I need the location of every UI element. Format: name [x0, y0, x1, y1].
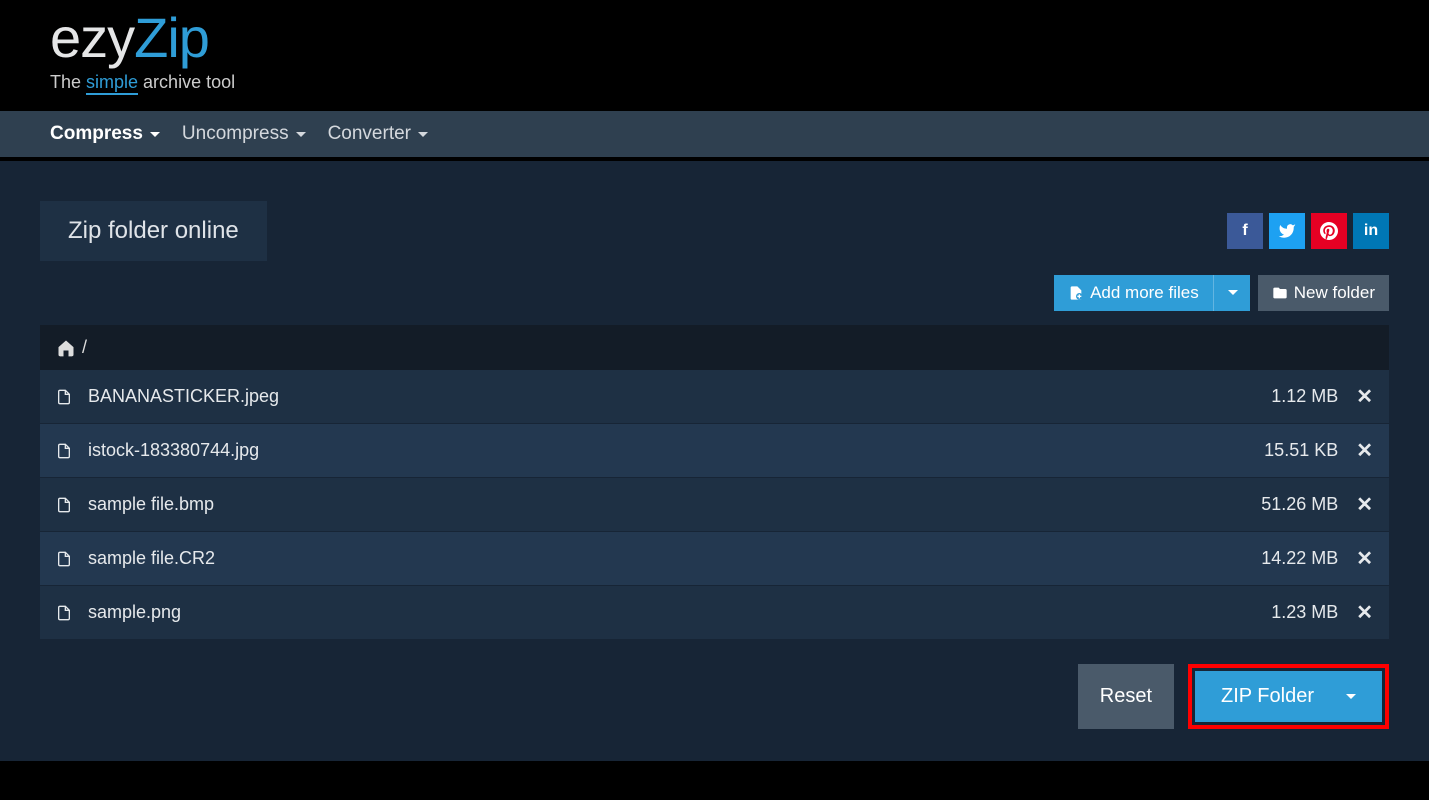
linkedin-button[interactable]: in	[1353, 213, 1389, 249]
file-row[interactable]: BANANASTICKER.jpeg 1.12 MB ✕	[40, 370, 1389, 424]
file-name: sample file.CR2	[88, 548, 1261, 569]
reset-button[interactable]: Reset	[1078, 664, 1174, 729]
breadcrumb: /	[40, 325, 1389, 370]
file-row[interactable]: sample.png 1.23 MB ✕	[40, 586, 1389, 640]
file-icon	[56, 441, 78, 461]
file-icon	[56, 603, 78, 623]
logo-part1: ezy	[50, 6, 134, 69]
pinterest-button[interactable]	[1311, 213, 1347, 249]
file-plus-icon	[1068, 285, 1084, 301]
twitter-icon	[1278, 222, 1296, 240]
file-row[interactable]: sample file.CR2 14.22 MB ✕	[40, 532, 1389, 586]
logo[interactable]: ezyZip	[50, 10, 235, 66]
file-size: 14.22 MB	[1261, 548, 1338, 569]
tagline-pre: The	[50, 72, 86, 92]
remove-file-button[interactable]: ✕	[1356, 600, 1373, 625]
folder-icon	[1272, 285, 1288, 301]
pinterest-icon	[1320, 222, 1338, 240]
footer-row: Reset ZIP Folder	[40, 640, 1389, 749]
breadcrumb-sep: /	[82, 337, 87, 358]
file-name: sample.png	[88, 602, 1271, 623]
add-more-files-label: Add more files	[1090, 283, 1199, 303]
navbar: Compress Uncompress Converter	[0, 111, 1429, 161]
nav-converter[interactable]: Converter	[328, 123, 428, 145]
nav-converter-label: Converter	[328, 123, 411, 145]
file-name: BANANASTICKER.jpeg	[88, 386, 1271, 407]
nav-uncompress[interactable]: Uncompress	[182, 123, 306, 145]
tab-row: Zip folder online f in	[40, 201, 1389, 261]
nav-uncompress-label: Uncompress	[182, 123, 289, 145]
twitter-button[interactable]	[1269, 213, 1305, 249]
remove-file-button[interactable]: ✕	[1356, 384, 1373, 409]
logo-part2: Zip	[134, 6, 209, 69]
home-icon[interactable]	[56, 338, 76, 358]
action-row: Add more files New folder	[40, 261, 1389, 325]
file-name: istock-183380744.jpg	[88, 440, 1264, 461]
facebook-button[interactable]: f	[1227, 213, 1263, 249]
page-tab[interactable]: Zip folder online	[40, 201, 267, 261]
zip-folder-label: ZIP Folder	[1221, 685, 1314, 708]
remove-file-button[interactable]: ✕	[1356, 492, 1373, 517]
file-size: 1.23 MB	[1271, 602, 1338, 623]
nav-compress-label: Compress	[50, 123, 143, 145]
file-size: 51.26 MB	[1261, 494, 1338, 515]
file-size: 1.12 MB	[1271, 386, 1338, 407]
add-more-files-dropdown[interactable]	[1213, 275, 1250, 311]
tagline: The simple archive tool	[50, 72, 235, 93]
tagline-post: archive tool	[138, 72, 235, 92]
file-row[interactable]: sample file.bmp 51.26 MB ✕	[40, 478, 1389, 532]
reset-label: Reset	[1100, 685, 1152, 707]
page-tab-label: Zip folder online	[68, 217, 239, 244]
new-folder-button[interactable]: New folder	[1258, 275, 1389, 311]
remove-file-button[interactable]: ✕	[1356, 546, 1373, 571]
file-icon	[56, 387, 78, 407]
tagline-highlight: simple	[86, 72, 138, 95]
social-buttons: f in	[1227, 213, 1389, 249]
file-row[interactable]: istock-183380744.jpg 15.51 KB ✕	[40, 424, 1389, 478]
file-size: 15.51 KB	[1264, 440, 1338, 461]
remove-file-button[interactable]: ✕	[1356, 438, 1373, 463]
add-more-files-button[interactable]: Add more files	[1054, 275, 1250, 311]
new-folder-label: New folder	[1294, 283, 1375, 303]
logo-block: ezyZip The simple archive tool	[50, 10, 235, 93]
chevron-down-icon	[1344, 685, 1356, 708]
content: Zip folder online f in Add more files Ne…	[0, 161, 1429, 761]
file-icon	[56, 549, 78, 569]
file-icon	[56, 495, 78, 515]
header: ezyZip The simple archive tool	[0, 0, 1429, 111]
zip-folder-button[interactable]: ZIP Folder	[1195, 671, 1382, 722]
file-name: sample file.bmp	[88, 494, 1261, 515]
nav-compress[interactable]: Compress	[50, 123, 160, 145]
file-list: BANANASTICKER.jpeg 1.12 MB ✕ istock-1833…	[40, 370, 1389, 640]
zip-folder-highlight: ZIP Folder	[1188, 664, 1389, 729]
